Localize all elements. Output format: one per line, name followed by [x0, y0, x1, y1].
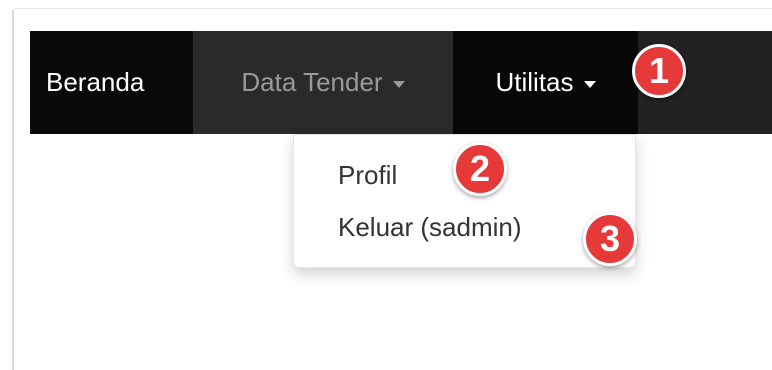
step-badge-3: 3	[583, 212, 637, 266]
step-badge-1: 1	[632, 44, 686, 98]
screenshot-frame: Beranda Data Tender Utilitas Profil Kelu…	[0, 0, 772, 370]
nav-item-utilitas[interactable]: Utilitas	[453, 31, 638, 134]
nav-item-label: Beranda	[46, 67, 145, 97]
caret-down-icon	[583, 81, 596, 88]
frame-border-left	[12, 10, 14, 370]
nav-item-data-tender[interactable]: Data Tender	[193, 31, 453, 134]
frame-border-top	[14, 8, 772, 9]
step-badge-2: 2	[453, 142, 507, 196]
caret-down-icon	[392, 81, 405, 88]
nav-item-beranda[interactable]: Beranda	[30, 31, 193, 134]
nav-item-label: Data Tender	[241, 67, 383, 97]
nav-item-label: Utilitas	[495, 67, 574, 97]
